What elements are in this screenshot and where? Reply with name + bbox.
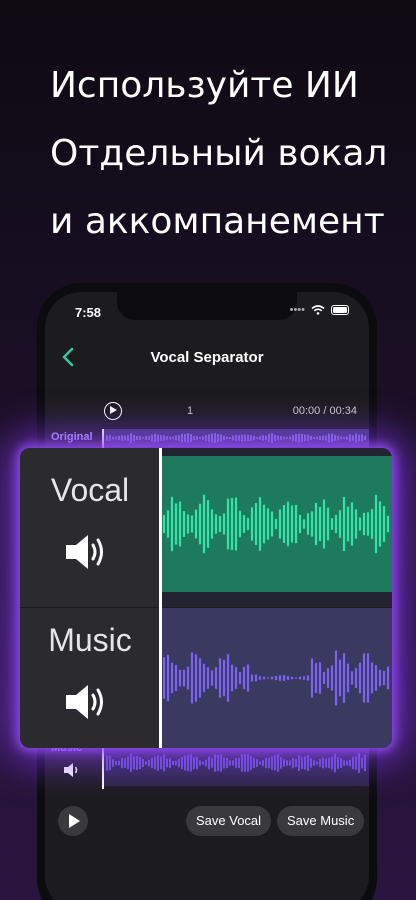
time-readout: 00:00 / 00:34 (292, 405, 357, 417)
small-speaker-icon[interactable] (63, 762, 81, 778)
popup-playhead[interactable] (159, 448, 162, 748)
music-speaker-icon[interactable] (64, 682, 108, 722)
original-track[interactable] (103, 429, 369, 447)
separation-preview-card: Vocal Music (20, 448, 392, 748)
headline-line-1: Используйте ИИ (50, 65, 359, 106)
timeline-marker: 1 (187, 405, 194, 417)
vocal-speaker-icon[interactable] (64, 532, 108, 572)
music-waveform (162, 650, 390, 706)
save-vocal-button[interactable]: Save Vocal (186, 806, 272, 836)
headline-line-2: Отдельный вокал (50, 133, 388, 174)
save-music-button[interactable]: Save Music (277, 806, 365, 836)
original-waveform (106, 433, 366, 443)
battery-icon (331, 305, 349, 315)
headline: Используйте ИИ Отдельный вокал и аккомпа… (50, 52, 387, 256)
vocal-waveform (162, 494, 390, 554)
bottom-bar: Save Vocal Save Music (45, 802, 369, 846)
original-track-label: Original (51, 431, 93, 443)
play-button[interactable] (58, 806, 88, 836)
status-icons: •••• (290, 304, 349, 316)
timeline: 1 00:00 / 00:34 (45, 400, 369, 424)
vocal-lane[interactable] (160, 456, 392, 592)
signal-dots-icon: •••• (289, 304, 305, 316)
navbar: Vocal Separator (45, 340, 369, 376)
notch (117, 292, 297, 320)
nav-title: Vocal Separator (150, 349, 264, 366)
wifi-icon (311, 305, 325, 315)
vocal-label: Vocal (50, 472, 130, 508)
music-label: Music (48, 622, 132, 658)
music-lane[interactable] (160, 608, 392, 748)
status-time: 7:58 (75, 305, 102, 320)
timeline-play-icon[interactable] (104, 402, 122, 420)
headline-line-3: и аккомпанемент (50, 201, 385, 242)
